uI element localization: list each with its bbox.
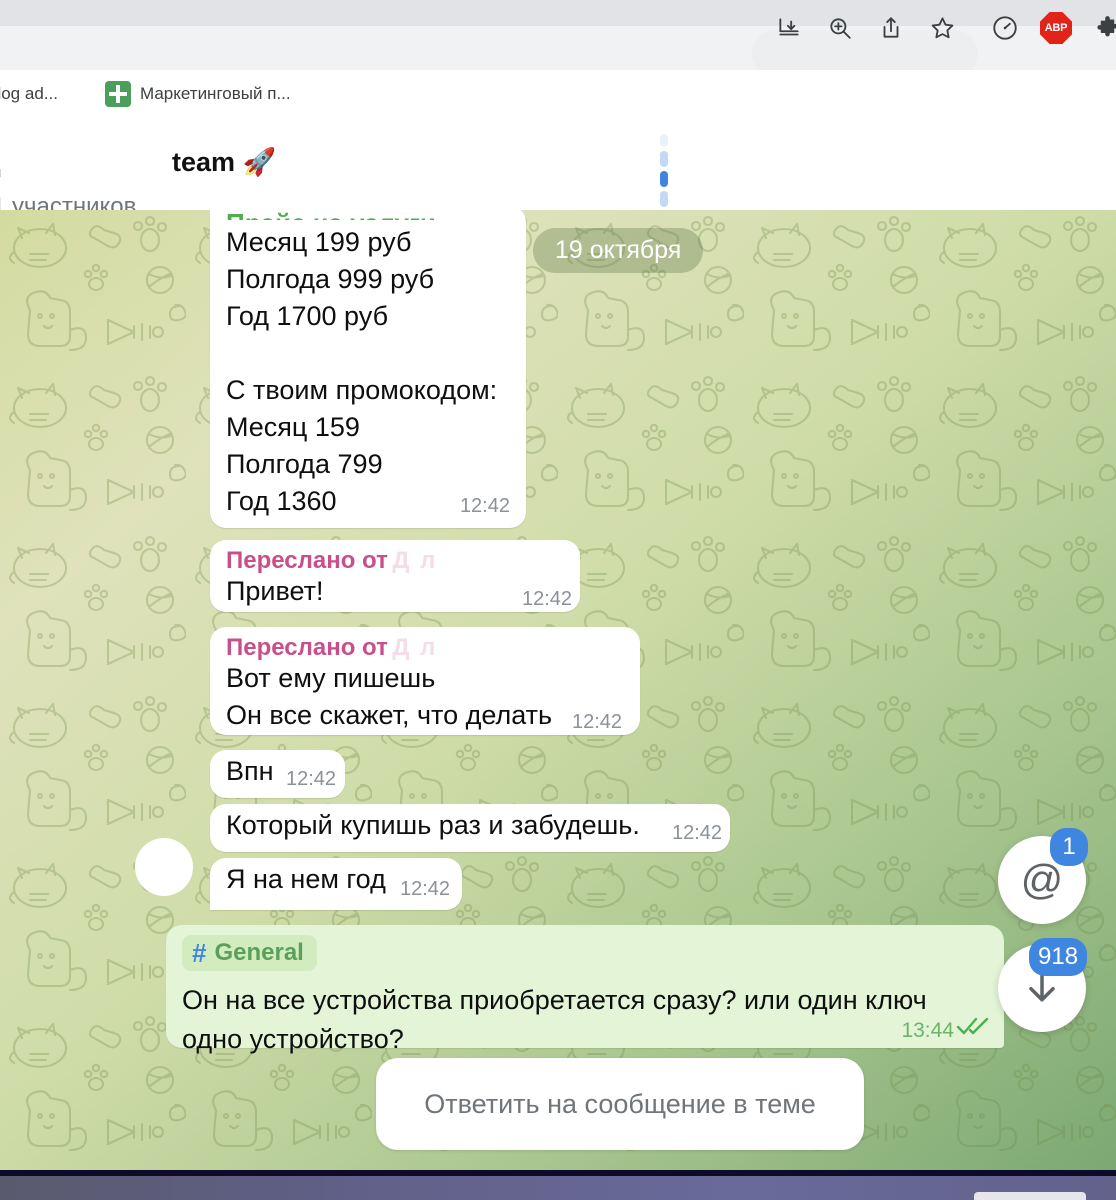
browser-tabstrip: alog ad... Маркетинговый п...	[0, 70, 1116, 119]
message-timestamp: 12:42	[459, 495, 510, 517]
zoom-icon[interactable]	[823, 11, 857, 45]
topic-chip-general[interactable]: # General	[182, 935, 317, 971]
message-text: Я на нем год	[226, 864, 386, 894]
mentions-badge: 1	[1050, 828, 1088, 866]
message-timestamp: 12:42	[572, 711, 623, 733]
adblock-badge-label: ABP	[1040, 12, 1072, 44]
message-timestamp: 12:42	[286, 768, 337, 790]
message-bubble-buy-once[interactable]: Который купишь раз и забудешь. 12:42	[210, 804, 730, 852]
forwarded-name-redacted: Д л	[392, 634, 438, 661]
speedometer-icon[interactable]	[988, 11, 1022, 45]
message-input-placeholder: Ответить на сообщение в теме	[424, 1088, 816, 1119]
forwarded-name-redacted: Д л	[392, 547, 438, 574]
tab-label: alog ad...	[0, 84, 58, 103]
topic-name-label: General	[214, 939, 304, 966]
background-window[interactable]	[0, 1176, 1116, 1200]
message-bubble-year-on-it[interactable]: Я на нем год 12:42	[210, 858, 462, 910]
message-timestamp: 12:42	[672, 822, 723, 844]
message-bubble-prices[interactable]: Прайс на услуги Месяц 199 руб Полгода 99…	[210, 206, 526, 528]
adblock-icon[interactable]: ABP	[1039, 11, 1073, 45]
message-text: Он на все устройства приобретается сразу…	[182, 985, 935, 1054]
browser-tab-1[interactable]: alog ad...	[0, 70, 58, 118]
chat-title: team 🚀	[172, 147, 277, 177]
double-check-icon	[956, 1016, 990, 1041]
forwarded-prefix: Переслано от	[226, 547, 388, 574]
sheets-icon	[105, 81, 131, 107]
message-bubble-forward-hello[interactable]: Переслано от Д л Привет! 12:42	[210, 540, 580, 612]
at-icon: @	[1020, 856, 1064, 903]
message-timestamp: 13:44	[901, 1019, 954, 1042]
thread-segment	[660, 151, 668, 167]
forwarded-from-label: Переслано от Д л	[226, 546, 437, 576]
message-timestamp: 12:42	[522, 588, 573, 610]
date-separator: 19 октября	[533, 228, 704, 273]
sender-avatar[interactable]	[135, 838, 193, 896]
chat-header[interactable]: Қ team 🚀 1 участников	[0, 118, 1116, 220]
tab-label: Маркетинговый п...	[140, 84, 291, 103]
message-bubble-forward-write[interactable]: Переслано от Д л Вот ему пишешь Он все с…	[210, 627, 640, 735]
message-bubble-vpn[interactable]: Впн 12:42	[210, 750, 345, 798]
forwarded-prefix: Переслано от	[226, 634, 388, 661]
extensions-puzzle-icon[interactable]	[1090, 11, 1116, 45]
background-window-tab[interactable]	[974, 1192, 1086, 1200]
message-input[interactable]: Ответить на сообщение в теме	[376, 1058, 864, 1150]
thread-segment-active	[660, 171, 668, 187]
browser-tab-2[interactable]: Маркетинговый п...	[105, 70, 291, 118]
thread-segment	[660, 134, 668, 147]
hash-icon: #	[192, 938, 207, 968]
unread-count-badge: 918	[1029, 938, 1088, 976]
message-text: Месяц 199 руб Полгода 999 руб Год 1700 р…	[226, 227, 498, 516]
thread-scroll-indicator[interactable]	[660, 134, 668, 223]
download-icon[interactable]	[772, 11, 806, 45]
message-clipped-header: Прайс на услуги	[226, 208, 436, 220]
message-text: Вот ему пишешь Он все скажет, что делать	[226, 663, 553, 730]
forwarded-from-label: Переслано от Д л	[226, 633, 437, 663]
message-text: Который купишь раз и забудешь.	[226, 810, 640, 840]
screen-root: ABP alog ad... Маркетинговый п... Қ team…	[0, 0, 1116, 1200]
message-text: Впн	[226, 756, 274, 786]
message-text: Привет!	[226, 576, 324, 606]
thread-segment	[660, 191, 668, 207]
message-bubble-outgoing[interactable]: # General Он на все устройства приобрета…	[166, 925, 1004, 1054]
share-icon[interactable]	[874, 11, 908, 45]
message-timestamp: 12:42	[400, 878, 451, 900]
bookmark-star-icon[interactable]	[925, 11, 959, 45]
